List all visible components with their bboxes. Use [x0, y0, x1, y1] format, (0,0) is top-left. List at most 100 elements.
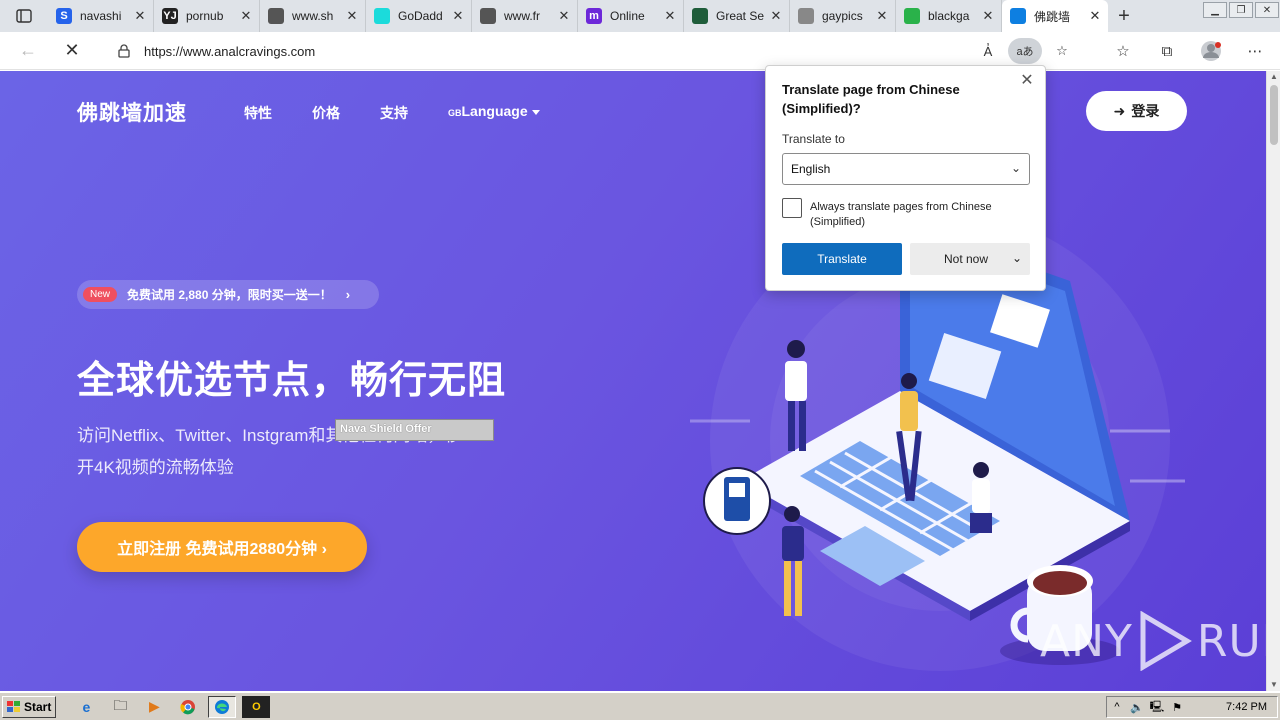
tab-favicon-icon [268, 8, 284, 24]
read-aloud-icon[interactable]: A̓ [974, 38, 1002, 64]
tab-close-icon[interactable]: ✕ [663, 8, 677, 24]
login-label: 登录 [1131, 103, 1160, 119]
browser-tab[interactable]: blackga ✕ [896, 0, 1002, 32]
url-text[interactable]: https://www.analcravings.com [144, 44, 315, 59]
browser-tab[interactable]: 佛跳墙 ✕ [1002, 0, 1108, 32]
promo-banner[interactable]: New 免费试用 2,880 分钟，限时买一送一！ › [77, 280, 379, 309]
browser-tab[interactable]: Great Se ✕ [684, 0, 790, 32]
nava-shield-overlay[interactable]: Nava Shield Offer [335, 419, 494, 441]
tab-close-icon[interactable]: ✕ [981, 8, 995, 24]
quick-launch: e 🗀 ▶ O [72, 695, 271, 718]
hero-title: 全球优选节点，畅行无阻 [77, 360, 507, 402]
media-player-icon[interactable]: ▶ [140, 696, 168, 718]
start-button[interactable]: Start [2, 695, 57, 718]
hero-sub-part1: 访问Netflix、Twitter、Instgram和 [77, 426, 326, 445]
close-icon[interactable]: ✕ [1017, 72, 1037, 92]
browser-tab[interactable]: www.fr ✕ [472, 0, 578, 32]
tab-title: pornub [186, 9, 224, 23]
close-icon: ✕ [64, 40, 80, 60]
lock-icon[interactable] [110, 44, 138, 58]
restore-button[interactable]: ❐ [1229, 2, 1253, 18]
tab-favicon-icon [480, 8, 496, 24]
browser-tab[interactable]: m Online ✕ [578, 0, 684, 32]
nav-language[interactable]: GBLanguage [448, 103, 540, 123]
windows-logo-icon [7, 700, 20, 712]
profile-avatar[interactable] [1196, 36, 1226, 66]
tab-close-icon[interactable]: ✕ [875, 8, 889, 24]
translate-button[interactable]: Translate [782, 243, 902, 275]
tab-title: www.fr [504, 9, 540, 23]
tab-actions-icon [16, 9, 32, 23]
edge-icon[interactable] [208, 695, 237, 718]
close-window-button[interactable]: ✕ [1255, 2, 1279, 18]
sign-in-icon: ➜ [1113, 102, 1126, 119]
favorites-icon[interactable]: ☆ [1108, 36, 1138, 66]
translate-popup-title: Translate page from Chinese (Simplified)… [782, 82, 960, 116]
new-tab-button[interactable]: + [1108, 0, 1140, 32]
chevron-right-icon: › [345, 287, 351, 302]
system-tray: ^ 🔈 🖳 ⚑ 7:42 PM [1106, 696, 1278, 718]
hero-sub-part3: 开4K视频的流畅体验 [77, 458, 234, 477]
tab-close-icon[interactable]: ✕ [451, 8, 465, 24]
tab-actions-button[interactable] [0, 0, 48, 32]
clock[interactable]: 7:42 PM [1226, 701, 1267, 713]
flag-icon[interactable]: ⚑ [1167, 701, 1187, 714]
stop-button[interactable]: ✕ [54, 35, 90, 67]
minimize-button[interactable]: ▁ [1203, 2, 1227, 18]
browser-tab[interactable]: YJ pornub ✕ [154, 0, 260, 32]
anyrun-watermark: ANY RUN [1040, 611, 1266, 671]
tab-close-icon[interactable]: ✕ [1088, 8, 1102, 24]
tab-favicon-icon: S [56, 8, 72, 24]
site-brand[interactable]: 佛跳墙加速 [77, 97, 187, 127]
tab-favicon-icon [692, 8, 708, 24]
not-now-button[interactable]: Not now ⌄ [910, 243, 1030, 275]
always-translate-checkbox[interactable] [782, 198, 802, 218]
language-select[interactable]: English ⌄ [782, 153, 1030, 185]
browser-tab[interactable]: www.sh ✕ [260, 0, 366, 32]
page-scrollbar[interactable]: ▲ ▼ [1266, 71, 1280, 691]
back-button[interactable]: ← [10, 35, 46, 67]
scroll-down-icon[interactable]: ▼ [1267, 679, 1280, 691]
watermark-left: ANY [1040, 615, 1133, 667]
tab-title: 佛跳墙 [1034, 9, 1071, 24]
browser-toolbar: ← ✕ https://www.analcravings.com A̓ aあ ☆… [0, 32, 1280, 70]
login-button[interactable]: ➜ 登录 [1086, 91, 1187, 131]
play-logo-icon [1140, 611, 1192, 671]
tab-title: gaypics [822, 9, 863, 23]
tab-favicon-icon: YJ [162, 8, 178, 24]
tab-close-icon[interactable]: ✕ [345, 8, 359, 24]
scroll-up-icon[interactable]: ▲ [1267, 71, 1280, 83]
always-translate-label[interactable]: Always translate pages from Chinese (Sim… [810, 200, 1020, 230]
tab-favicon-icon [904, 8, 920, 24]
nav-pricing[interactable]: 价格 [312, 103, 340, 123]
translate-icon[interactable]: aあ [1008, 38, 1042, 64]
browser-tab[interactable]: gaypics ✕ [790, 0, 896, 32]
tray-expand-icon[interactable]: ^ [1107, 701, 1127, 713]
watermark-right: RUN [1196, 615, 1266, 667]
more-options-icon[interactable]: ⋯ [1240, 36, 1270, 66]
site-nav: 特性 价格 支持 GBLanguage [244, 103, 540, 123]
flag-icon: GB [448, 108, 462, 118]
tab-close-icon[interactable]: ✕ [239, 8, 253, 24]
volume-icon[interactable]: 🔈 [1127, 701, 1147, 714]
browser-tab[interactable]: GoDadd ✕ [366, 0, 472, 32]
app-icon[interactable]: O [242, 695, 271, 718]
add-favorite-icon[interactable]: ☆ [1048, 38, 1076, 64]
chevron-down-icon[interactable]: ⌄ [1012, 251, 1022, 265]
tab-close-icon[interactable]: ✕ [769, 8, 783, 24]
tab-close-icon[interactable]: ✕ [133, 8, 147, 24]
scrollbar-thumb[interactable] [1270, 85, 1278, 145]
ie-icon[interactable]: e [72, 696, 100, 718]
tab-close-icon[interactable]: ✕ [557, 8, 571, 24]
explorer-icon[interactable]: 🗀 [106, 696, 134, 718]
network-icon[interactable]: 🖳 [1147, 698, 1167, 717]
signup-cta-button[interactable]: 立即注册 免费试用2880分钟 › [77, 522, 367, 572]
browser-tab[interactable]: Snavashi ✕ [48, 0, 154, 32]
address-bar[interactable]: https://www.analcravings.com A̓ aあ ☆ [100, 36, 1080, 66]
tab-title: Online [610, 9, 645, 23]
chrome-icon[interactable] [174, 696, 202, 718]
collections-icon[interactable]: ⧉ [1152, 36, 1182, 66]
nav-language-label: Language [461, 103, 528, 119]
nav-features[interactable]: 特性 [244, 103, 272, 123]
nav-support[interactable]: 支持 [380, 103, 408, 123]
